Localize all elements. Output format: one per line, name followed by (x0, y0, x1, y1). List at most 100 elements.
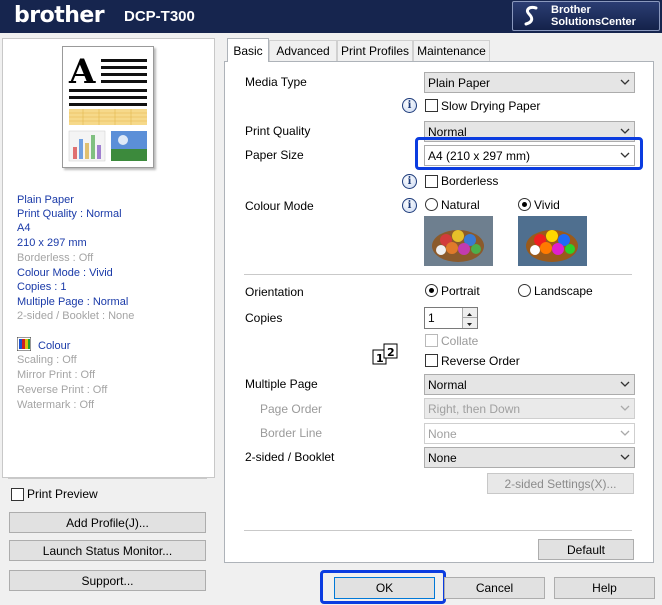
portrait-label: Portrait (441, 284, 480, 298)
default-button[interactable]: Default (538, 539, 634, 560)
info-icon[interactable]: i (402, 174, 417, 189)
colour-icon (17, 337, 31, 351)
chevron-down-icon (620, 381, 630, 387)
copies-increment-button[interactable] (462, 308, 477, 318)
summary-multiple-page: Multiple Page : Normal (17, 296, 129, 308)
solutions-center-label-1: Brother (551, 4, 591, 16)
portrait-radio[interactable] (425, 284, 438, 297)
chevron-down-icon (467, 323, 472, 326)
page-order-icon: 1 2 (372, 343, 400, 368)
border-line-select[interactable]: None (424, 423, 635, 444)
media-type-label: Media Type (245, 75, 307, 89)
border-line-label: Border Line (260, 426, 323, 440)
launch-status-monitor-button[interactable]: Launch Status Monitor... (9, 540, 206, 561)
copies-label: Copies (245, 311, 283, 325)
multiple-page-select[interactable]: Normal (424, 374, 635, 395)
natural-label: Natural (441, 198, 480, 212)
borderless-label: Borderless (441, 174, 499, 188)
summary-two-sided: 2-sided / Booklet : None (17, 310, 135, 322)
chevron-down-icon (620, 152, 630, 158)
summary-print-quality: Print Quality : Normal (17, 208, 122, 220)
summary-mirror-print: Mirror Print : Off (17, 369, 96, 381)
slow-drying-paper-checkbox[interactable] (425, 99, 438, 112)
svg-text:2: 2 (387, 346, 395, 359)
summary-colour-label: Colour (38, 340, 71, 352)
model-name: DCP-T300 (124, 8, 195, 25)
chevron-down-icon (620, 405, 630, 411)
chevron-down-icon (620, 430, 630, 436)
solutions-center-button[interactable]: Brother SolutionsCenter (512, 1, 660, 31)
svg-text:A: A (68, 52, 96, 92)
multiple-page-label: Multiple Page (245, 377, 318, 391)
landscape-radio[interactable] (518, 284, 531, 297)
colour-mode-label: Colour Mode (245, 199, 314, 213)
borderless-checkbox[interactable] (425, 175, 438, 188)
slow-drying-paper-label: Slow Drying Paper (441, 99, 541, 113)
left-panel-divider (8, 478, 207, 479)
cancel-button[interactable]: Cancel (444, 577, 545, 599)
page-order-value: Right, then Down (428, 401, 521, 416)
section-divider (244, 530, 632, 531)
copies-value: 1 (428, 311, 435, 325)
vivid-label: Vivid (534, 198, 560, 212)
reverse-order-label: Reverse Order (441, 354, 520, 368)
print-preview-checkbox[interactable] (11, 488, 24, 501)
copies-stepper[interactable]: 1 (424, 307, 478, 329)
document-preview-graphic: A (68, 52, 147, 162)
two-sided-value: None (428, 450, 457, 465)
chevron-down-icon (620, 79, 630, 85)
two-sided-label: 2-sided / Booklet (245, 450, 335, 464)
tab-basic[interactable]: Basic (227, 38, 269, 62)
multiple-page-value: Normal (428, 377, 467, 392)
summary-borderless: Borderless : Off (17, 252, 94, 264)
copies-decrement-button[interactable] (462, 318, 477, 328)
chevron-down-icon (620, 454, 630, 460)
brother-s-logo-icon (524, 6, 538, 26)
border-line-value: None (428, 426, 457, 441)
summary-reverse-print: Reverse Print : Off (17, 384, 108, 396)
info-icon[interactable]: i (402, 98, 417, 113)
summary-paper-size: A4 (17, 222, 31, 234)
paper-size-value: A4 (210 x 297 mm) (428, 148, 531, 163)
summary-scaling: Scaling : Off (17, 354, 77, 366)
help-button[interactable]: Help (554, 577, 655, 599)
landscape-label: Landscape (534, 284, 593, 298)
tab-maintenance[interactable]: Maintenance (413, 40, 490, 61)
tab-advanced[interactable]: Advanced (269, 40, 337, 61)
media-type-select[interactable]: Plain Paper (424, 72, 635, 93)
add-profile-button[interactable]: Add Profile(J)... (9, 512, 206, 533)
ok-button[interactable]: OK (334, 577, 435, 599)
info-icon[interactable]: i (402, 198, 417, 213)
support-button[interactable]: Support... (9, 570, 206, 591)
vivid-radio[interactable] (518, 198, 531, 211)
solutions-center-label-2: SolutionsCenter (551, 16, 636, 28)
print-preview-label: Print Preview (27, 487, 98, 501)
orientation-label: Orientation (245, 285, 304, 299)
summary-copies: Copies : 1 (17, 281, 67, 293)
collate-label: Collate (441, 334, 479, 348)
paper-size-label: Paper Size (245, 148, 304, 162)
page-preview-thumbnail: A (62, 46, 154, 168)
tab-print-profiles[interactable]: Print Profiles (337, 40, 413, 61)
page-order-select[interactable]: Right, then Down (424, 398, 635, 419)
summary-paper-dimensions: 210 x 297 mm (17, 237, 87, 249)
page-order-label: Page Order (260, 402, 323, 416)
chevron-down-icon (620, 128, 630, 134)
brand-logo: brother (14, 3, 105, 28)
svg-text:1: 1 (376, 352, 384, 365)
two-sided-settings-button[interactable]: 2-sided Settings(X)... (487, 473, 634, 494)
natural-radio[interactable] (425, 198, 438, 211)
summary-colour-mode: Colour Mode : Vivid (17, 267, 113, 279)
natural-colour-sample-image (424, 216, 493, 266)
two-sided-select[interactable]: None (424, 447, 635, 468)
media-type-value: Plain Paper (428, 75, 491, 90)
paper-size-select[interactable]: A4 (210 x 297 mm) (424, 145, 635, 166)
reverse-order-checkbox[interactable] (425, 354, 438, 367)
vivid-colour-sample-image (518, 216, 587, 266)
print-quality-label: Print Quality (245, 124, 311, 138)
section-divider (244, 274, 632, 275)
title-header-bar: brother DCP-T300 Brother SolutionsCenter (0, 0, 662, 33)
summary-media-type: Plain Paper (17, 194, 74, 206)
collate-checkbox[interactable] (425, 334, 438, 347)
summary-watermark: Watermark : Off (17, 399, 95, 411)
